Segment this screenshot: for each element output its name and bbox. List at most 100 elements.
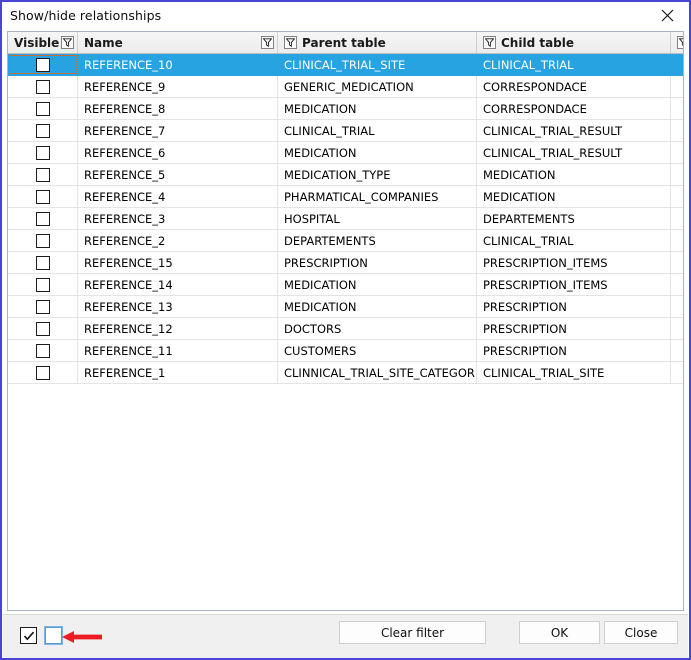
row-visible-cell[interactable] [8, 340, 78, 361]
ok-button[interactable]: OK [519, 621, 600, 644]
row-name-cell[interactable]: REFERENCE_4 [78, 186, 278, 207]
row-child-table-cell[interactable]: DEPARTEMENTS [477, 208, 671, 229]
filter-funnel-icon[interactable] [284, 36, 297, 49]
table-row[interactable]: REFERENCE_15 PRESCRIPTION PRESCRIPTION_ITE… [8, 252, 683, 274]
column-header-visible[interactable]: Visible [8, 32, 78, 53]
filter-funnel-icon[interactable] [677, 36, 683, 49]
row-parent-table-cell[interactable]: MEDICATION_TYPE [278, 164, 477, 185]
row-name-cell[interactable]: REFERENCE_8 [78, 98, 278, 119]
column-header-name[interactable]: Name [78, 32, 278, 53]
row-child-table-cell[interactable]: CLINICAL_TRIAL_SITE [477, 362, 671, 383]
row-visible-checkbox[interactable] [35, 101, 50, 116]
row-visible-cell[interactable] [8, 274, 78, 295]
row-visible-checkbox[interactable] [35, 343, 50, 358]
row-visible-checkbox[interactable] [35, 189, 50, 204]
row-name-cell[interactable]: REFERENCE_13 [78, 296, 278, 317]
row-visible-cell[interactable] [8, 76, 78, 97]
filter-funnel-icon[interactable] [61, 36, 74, 49]
row-child-table-cell[interactable]: CLINICAL_TRIAL [477, 54, 671, 75]
table-row[interactable]: REFERENCE_13 MEDICATION PRESCRIPTION [8, 296, 683, 318]
row-visible-cell[interactable] [8, 296, 78, 317]
row-parent-table-cell[interactable]: MEDICATION [278, 274, 477, 295]
close-button[interactable]: Close [604, 621, 678, 644]
row-visible-cell[interactable] [8, 230, 78, 251]
row-parent-table-cell[interactable]: CLINICAL_TRIAL_SITE [278, 54, 477, 75]
row-visible-checkbox[interactable] [35, 255, 50, 270]
row-child-table-cell[interactable]: PRESCRIPTION [477, 296, 671, 317]
table-row[interactable]: REFERENCE_14 MEDICATION PRESCRIPTION_ITEMS [8, 274, 683, 296]
row-parent-table-cell[interactable]: CUSTOMERS [278, 340, 477, 361]
row-parent-table-cell[interactable]: GENERIC_MEDICATION [278, 76, 477, 97]
row-parent-table-cell[interactable]: PHARMATICAL_COMPANIES [278, 186, 477, 207]
row-parent-table-cell[interactable]: MEDICATION [278, 142, 477, 163]
row-parent-table-cell[interactable]: DEPARTEMENTS [278, 230, 477, 251]
row-name-cell[interactable]: REFERENCE_15 [78, 252, 278, 273]
check-all-checkbox[interactable] [20, 627, 37, 644]
row-visible-cell[interactable] [8, 54, 78, 75]
row-visible-cell[interactable] [8, 252, 78, 273]
row-visible-checkbox[interactable] [35, 145, 50, 160]
row-parent-table-cell[interactable]: PRESCRIPTION [278, 252, 477, 273]
column-header-parent-table[interactable]: Parent table [278, 32, 477, 53]
row-name-cell[interactable]: REFERENCE_11 [78, 340, 278, 361]
table-row[interactable]: REFERENCE_4 PHARMATICAL_COMPANIES MEDICATI… [8, 186, 683, 208]
table-row[interactable]: REFERENCE_1 CLINNICAL_TRIAL_SITE_CATEGORI… [8, 362, 683, 384]
row-child-table-cell[interactable]: CORRESPONDACE [477, 76, 671, 97]
row-child-table-cell[interactable]: MEDICATION [477, 164, 671, 185]
column-header-trailing[interactable] [671, 32, 683, 53]
row-parent-table-cell[interactable]: MEDICATION [278, 296, 477, 317]
row-visible-cell[interactable] [8, 362, 78, 383]
row-visible-checkbox[interactable] [35, 79, 50, 94]
row-parent-table-cell[interactable]: HOSPITAL [278, 208, 477, 229]
filter-funnel-icon[interactable] [261, 36, 274, 49]
table-row[interactable]: REFERENCE_11 CUSTOMERS PRESCRIPTION [8, 340, 683, 362]
row-name-cell[interactable]: REFERENCE_14 [78, 274, 278, 295]
row-child-table-cell[interactable]: CLINICAL_TRIAL_RESULT [477, 120, 671, 141]
row-visible-checkbox[interactable] [35, 365, 50, 380]
uncheck-all-checkbox[interactable] [44, 626, 63, 645]
row-visible-checkbox[interactable] [35, 211, 50, 226]
row-name-cell[interactable]: REFERENCE_7 [78, 120, 278, 141]
row-child-table-cell[interactable]: PRESCRIPTION [477, 318, 671, 339]
row-child-table-cell[interactable]: CLINICAL_TRIAL [477, 230, 671, 251]
row-name-cell[interactable]: REFERENCE_12 [78, 318, 278, 339]
row-visible-checkbox[interactable] [35, 299, 50, 314]
row-child-table-cell[interactable]: CLINICAL_TRIAL_RESULT [477, 142, 671, 163]
clear-filter-button[interactable]: Clear filter [339, 621, 486, 644]
row-visible-checkbox[interactable] [35, 233, 50, 248]
row-child-table-cell[interactable]: CORRESPONDACE [477, 98, 671, 119]
table-row[interactable]: REFERENCE_2 DEPARTEMENTS CLINICAL_TRIAL [8, 230, 683, 252]
row-visible-cell[interactable] [8, 164, 78, 185]
table-row[interactable]: REFERENCE_7 CLINICAL_TRIAL CLINICAL_TRIAL_… [8, 120, 683, 142]
row-parent-table-cell[interactable]: DOCTORS [278, 318, 477, 339]
row-parent-table-cell[interactable]: CLINNICAL_TRIAL_SITE_CATEGORIE [278, 362, 477, 383]
table-row[interactable]: REFERENCE_8 MEDICATION CORRESPONDACE [8, 98, 683, 120]
row-name-cell[interactable]: REFERENCE_9 [78, 76, 278, 97]
row-visible-cell[interactable] [8, 142, 78, 163]
row-parent-table-cell[interactable]: CLINICAL_TRIAL [278, 120, 477, 141]
row-name-cell[interactable]: REFERENCE_5 [78, 164, 278, 185]
row-visible-checkbox[interactable] [35, 57, 50, 72]
column-header-child-table[interactable]: Child table [477, 32, 671, 53]
row-name-cell[interactable]: REFERENCE_2 [78, 230, 278, 251]
row-visible-checkbox[interactable] [35, 123, 50, 138]
row-child-table-cell[interactable]: PRESCRIPTION_ITEMS [477, 274, 671, 295]
row-visible-checkbox[interactable] [35, 277, 50, 292]
row-visible-cell[interactable] [8, 186, 78, 207]
row-visible-checkbox[interactable] [35, 167, 50, 182]
table-row[interactable]: REFERENCE_12 DOCTORS PRESCRIPTION [8, 318, 683, 340]
row-child-table-cell[interactable]: PRESCRIPTION [477, 340, 671, 361]
table-row[interactable]: REFERENCE_5 MEDICATION_TYPE MEDICATION [8, 164, 683, 186]
row-name-cell[interactable]: REFERENCE_1 [78, 362, 278, 383]
table-row[interactable]: REFERENCE_9 GENERIC_MEDICATION CORRESPONDA… [8, 76, 683, 98]
table-row[interactable]: REFERENCE_6 MEDICATION CLINICAL_TRIAL_RESU… [8, 142, 683, 164]
row-visible-cell[interactable] [8, 208, 78, 229]
table-row[interactable]: REFERENCE_3 HOSPITAL DEPARTEMENTS [8, 208, 683, 230]
filter-funnel-icon[interactable] [483, 36, 496, 49]
row-name-cell[interactable]: REFERENCE_10 [78, 54, 278, 75]
row-visible-cell[interactable] [8, 318, 78, 339]
row-child-table-cell[interactable]: MEDICATION [477, 186, 671, 207]
row-visible-cell[interactable] [8, 98, 78, 119]
table-row[interactable]: REFERENCE_10 CLINICAL_TRIAL_SITE CLINICAL_… [8, 54, 683, 76]
row-child-table-cell[interactable]: PRESCRIPTION_ITEMS [477, 252, 671, 273]
